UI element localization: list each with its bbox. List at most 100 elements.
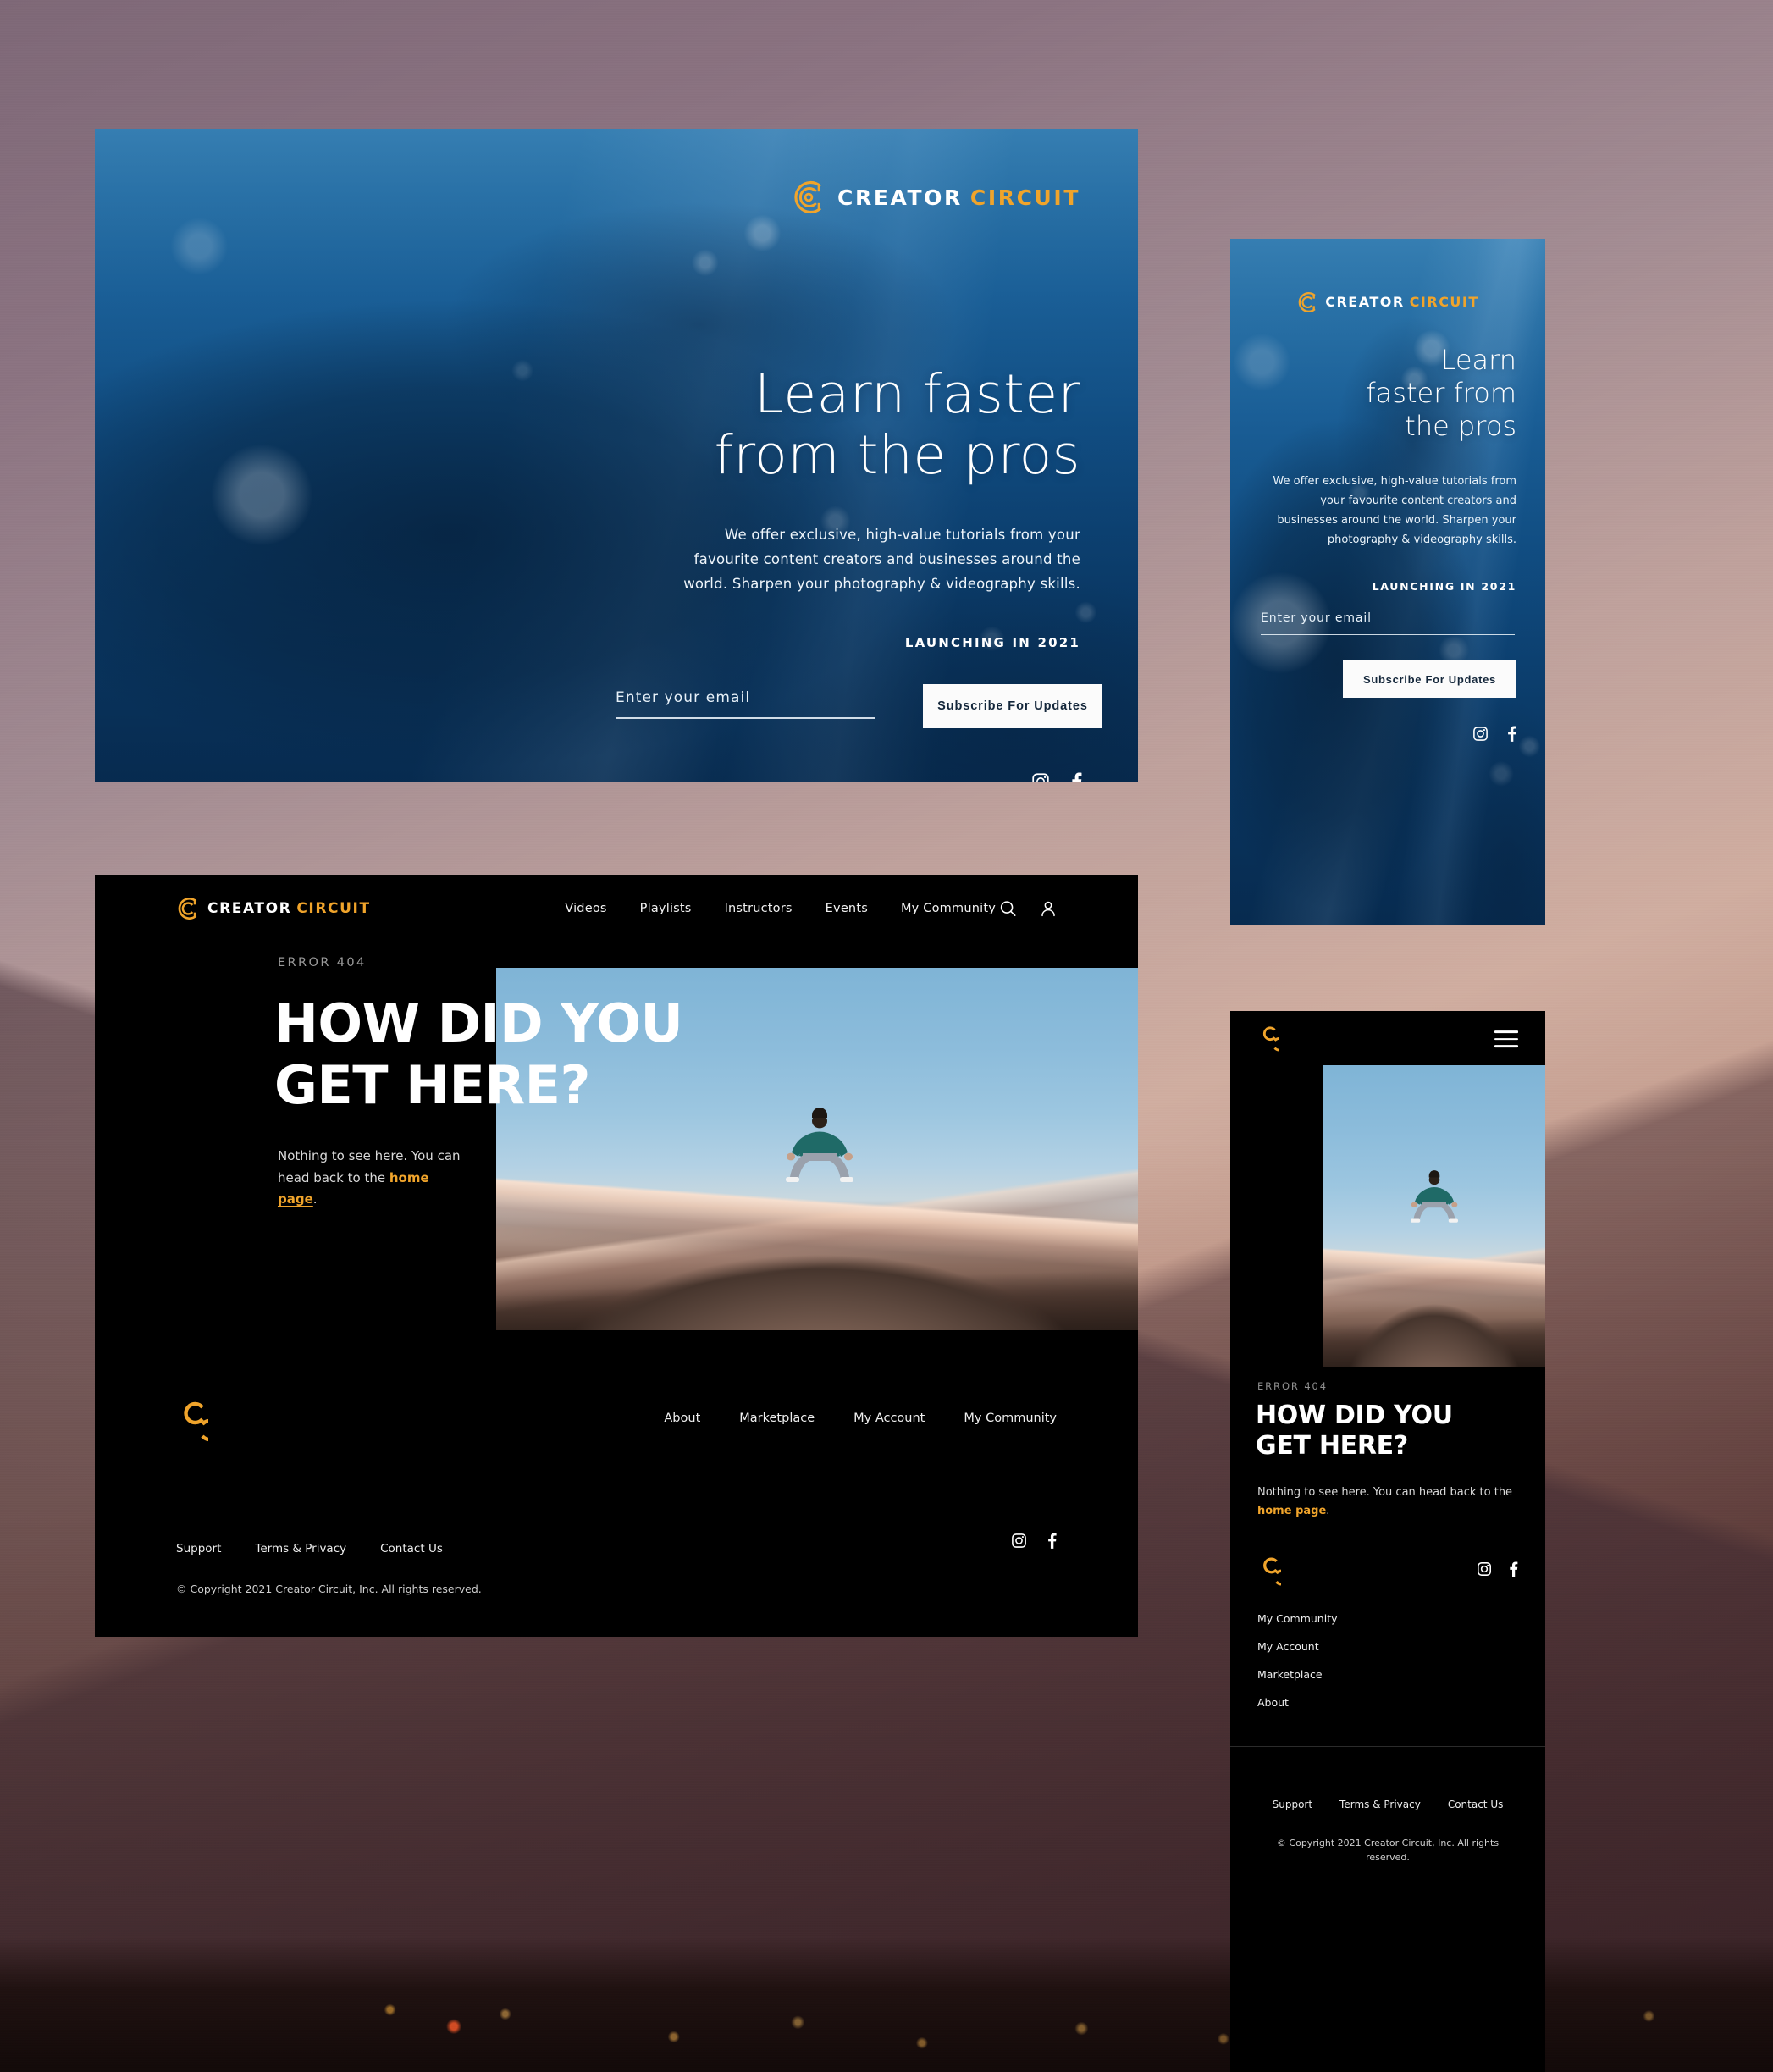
navbar-logo[interactable]: CREATOR CIRCUIT	[176, 897, 371, 920]
brand-name-first: CREATOR	[207, 899, 292, 917]
error-heading-line-2: GET HERE?	[274, 1053, 590, 1116]
mobile-error-eyebrow: ERROR 404	[1257, 1380, 1328, 1392]
mobile-footer-link-terms-privacy[interactable]: Terms & Privacy	[1339, 1798, 1421, 1810]
footer-link-terms-privacy[interactable]: Terms & Privacy	[255, 1542, 346, 1555]
mobile-error-heading-line-1: HOW DID YOU	[1256, 1401, 1453, 1430]
man-on-rock-figure	[1411, 1170, 1458, 1224]
facebook-icon[interactable]	[1507, 726, 1516, 742]
footer-nav-links: About Marketplace My Account My Communit…	[664, 1412, 1057, 1425]
mobile-footer-link-my-community[interactable]: My Community	[1257, 1612, 1338, 1625]
mobile-hero-subtext: We offer exclusive, high-value tutorials…	[1273, 475, 1516, 547]
mockup-board: CREATOR CIRCUIT Learn faster from the pro…	[0, 0, 1773, 2072]
hero-subtext: We offer exclusive, high-value tutorials…	[683, 527, 1080, 592]
facebook-icon[interactable]	[1509, 1561, 1518, 1577]
mobile-error-body-prefix: Nothing to see here. You can head back t…	[1257, 1486, 1513, 1499]
footer-link-about[interactable]: About	[664, 1412, 700, 1425]
error-body-suffix: .	[312, 1191, 318, 1207]
facebook-icon[interactable]	[1071, 772, 1082, 782]
hero-subscribe-button[interactable]: Subscribe For Updates	[923, 684, 1102, 728]
hamburger-bar	[1494, 1037, 1518, 1041]
hero-email-input[interactable]: Enter your email	[616, 689, 875, 719]
nav-link-events[interactable]: Events	[826, 902, 868, 915]
footer-copyright: © Copyright 2021 Creator Circuit, Inc. A…	[176, 1583, 482, 1595]
mobile-error-body-text: Nothing to see here. You can head back t…	[1257, 1484, 1520, 1522]
hero-subscribe-form: Enter your email Subscribe For Updates	[616, 684, 1102, 728]
mobile-footer-link-my-account[interactable]: My Account	[1257, 1640, 1338, 1653]
mobile-hero-heading-line-1: Learn	[1440, 344, 1516, 376]
search-icon[interactable]	[999, 900, 1017, 918]
footer-legal-links: Support Terms & Privacy Contact Us	[176, 1542, 443, 1555]
footer-social-links	[1011, 1533, 1057, 1549]
creator-circuit-logo-icon	[794, 180, 822, 214]
mobile-footer-social-links	[1477, 1561, 1518, 1577]
mobile-hero-heading: Learn faster from the pros	[1262, 344, 1516, 443]
mobile-home-page-link[interactable]: home page	[1257, 1505, 1326, 1517]
mobile-error-heading-line-2: GET HERE?	[1256, 1431, 1408, 1461]
mobile-hero-social-links	[1472, 726, 1516, 742]
brand-name-second: CIRCUIT	[296, 899, 371, 917]
footer-link-marketplace[interactable]: Marketplace	[739, 1412, 815, 1425]
facebook-icon[interactable]	[1047, 1533, 1057, 1549]
desktop-404-mockup: CREATOR CIRCUIT Videos Playlists Instruct…	[95, 875, 1138, 1637]
mobile-navbar	[1230, 1011, 1545, 1067]
instagram-icon[interactable]	[1477, 1561, 1492, 1577]
error-heading-line-1: HOW DID YOU	[274, 992, 683, 1054]
mobile-footer-link-about[interactable]: About	[1257, 1696, 1338, 1709]
error-heading: HOW DID YOU GET HERE?	[274, 992, 683, 1116]
mobile-hero-mockup: CREATOR CIRCUIT Learn faster from the pro…	[1230, 239, 1545, 925]
mobile-hero-brand-logo[interactable]: CREATOR CIRCUIT	[1296, 291, 1479, 313]
mobile-error-body-suffix: .	[1326, 1505, 1330, 1518]
creator-circuit-mark-icon[interactable]	[176, 1401, 208, 1442]
mobile-footer-legal-links: Support Terms & Privacy Contact Us	[1230, 1798, 1545, 1810]
nav-link-my-community[interactable]: My Community	[901, 902, 996, 915]
hero-heading: Learn faster from the pros	[403, 364, 1080, 486]
hero-brand-logo[interactable]: CREATOR CIRCUIT	[791, 180, 1080, 215]
footer-link-support[interactable]: Support	[176, 1542, 221, 1555]
mobile-error-heading: HOW DID YOU GET HERE?	[1256, 1401, 1453, 1461]
mobile-404-mockup: ERROR 404 HOW DID YOU GET HERE? Nothing …	[1230, 1011, 1545, 2072]
site-navbar: CREATOR CIRCUIT Videos Playlists Instruct…	[95, 875, 1138, 942]
nav-link-videos[interactable]: Videos	[565, 902, 606, 915]
desktop-hero-mockup: CREATOR CIRCUIT Learn faster from the pro…	[95, 129, 1138, 782]
mobile-hero-email-input[interactable]: Enter your email	[1261, 611, 1515, 635]
hero-heading-line-1: Learn faster	[754, 363, 1080, 425]
error-body-prefix: Nothing to see here. You can head back t…	[278, 1148, 461, 1185]
instagram-icon[interactable]	[1011, 1533, 1027, 1549]
navbar-icons	[999, 900, 1057, 918]
brand-name-first: CREATOR	[1325, 294, 1405, 310]
man-on-rock-figure	[786, 1108, 853, 1183]
footer-link-contact-us[interactable]: Contact Us	[380, 1542, 443, 1555]
mobile-footer-link-support[interactable]: Support	[1273, 1798, 1312, 1810]
navbar-links: Videos Playlists Instructors Events My C…	[565, 902, 996, 915]
hero-launch-label: LAUNCHING IN 2021	[904, 635, 1080, 650]
mobile-hero-heading-line-2: faster from	[1366, 377, 1516, 410]
footer-lower: Support Terms & Privacy Contact Us © Cop…	[95, 1495, 1138, 1637]
hamburger-menu-icon[interactable]	[1494, 1030, 1518, 1047]
creator-circuit-logo-icon	[1298, 291, 1316, 313]
brand-name-first: CREATOR	[837, 185, 963, 210]
nav-link-playlists[interactable]: Playlists	[640, 902, 692, 915]
mobile-hero-launch-label: LAUNCHING IN 2021	[1372, 580, 1516, 593]
creator-circuit-mark-icon[interactable]	[1257, 1026, 1279, 1052]
hero-social-links	[1031, 772, 1082, 782]
mobile-footer-divider	[1230, 1746, 1545, 1747]
footer-link-my-account[interactable]: My Account	[853, 1412, 925, 1425]
mobile-footer-link-marketplace[interactable]: Marketplace	[1257, 1668, 1338, 1681]
hamburger-bar	[1494, 1045, 1518, 1047]
hamburger-bar	[1494, 1030, 1518, 1033]
mobile-error-page-photo	[1323, 1065, 1545, 1367]
creator-circuit-mark-icon[interactable]	[1257, 1557, 1281, 1586]
mobile-footer-link-contact-us[interactable]: Contact Us	[1448, 1798, 1504, 1810]
mobile-footer-nav-links: My Community My Account Marketplace Abou…	[1257, 1612, 1338, 1709]
brand-name-second: CIRCUIT	[969, 185, 1080, 210]
mobile-hero-subscribe-button[interactable]: Subscribe For Updates	[1343, 660, 1516, 698]
instagram-icon[interactable]	[1472, 726, 1489, 742]
footer-link-my-community[interactable]: My Community	[964, 1412, 1057, 1425]
instagram-icon[interactable]	[1031, 772, 1050, 782]
mobile-footer-copyright: © Copyright 2021 Creator Circuit, Inc. A…	[1276, 1837, 1500, 1863]
nav-link-instructors[interactable]: Instructors	[725, 902, 793, 915]
account-icon[interactable]	[1040, 900, 1057, 918]
hero-heading-line-2: from the pros	[714, 423, 1080, 486]
error-eyebrow: ERROR 404	[278, 956, 367, 970]
mobile-hero-heading-line-3: the pros	[1405, 410, 1516, 443]
